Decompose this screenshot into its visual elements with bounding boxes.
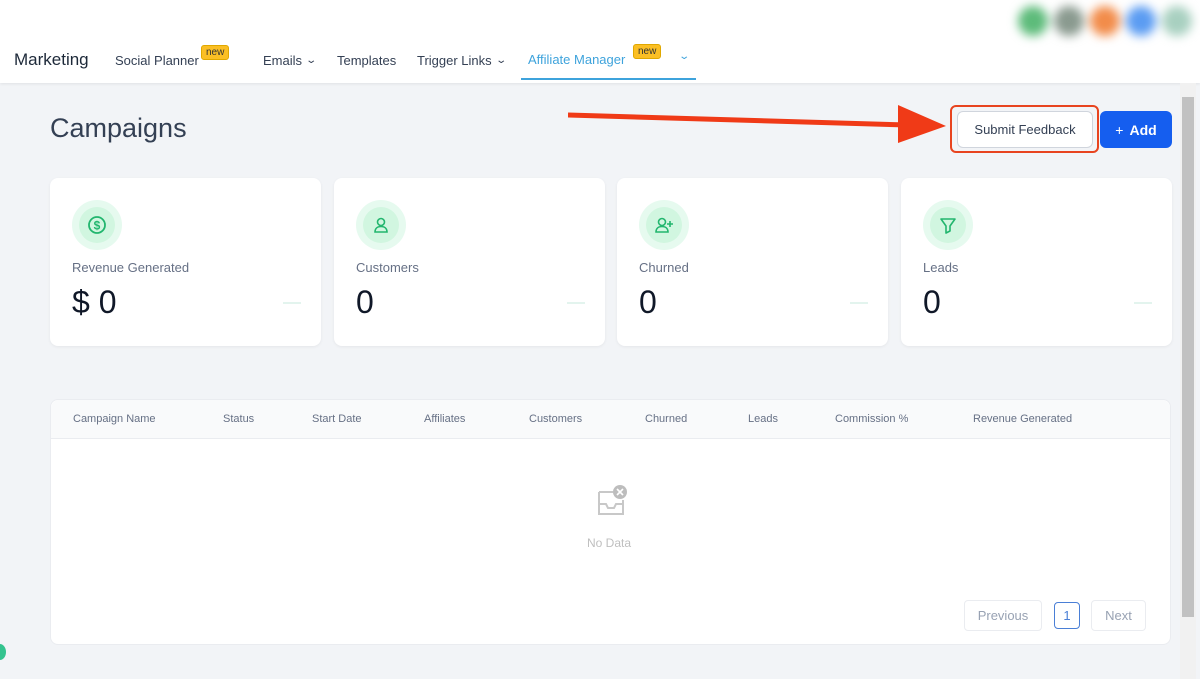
brand-title: Marketing bbox=[14, 50, 89, 69]
nav-emails[interactable]: Emails ⌄ bbox=[263, 53, 318, 68]
help-widget-icon[interactable] bbox=[0, 644, 6, 660]
column-header[interactable]: Commission % bbox=[835, 413, 908, 425]
stat-card-revenue: $ Revenue Generated $ 0 bbox=[50, 178, 321, 346]
page-1-button[interactable]: 1 bbox=[1054, 602, 1080, 629]
annotation-arrow-icon bbox=[568, 105, 946, 143]
scrollbar-thumb[interactable] bbox=[1182, 97, 1194, 617]
new-badge: new bbox=[633, 44, 662, 59]
user-icon bbox=[363, 207, 399, 243]
stat-value: $ 0 bbox=[72, 284, 117, 320]
stat-card-leads: Leads 0 bbox=[901, 178, 1172, 346]
table-header: Campaign Name Status Start Date Affiliat… bbox=[51, 400, 1170, 439]
stat-label: Churned bbox=[639, 260, 689, 275]
add-label: Add bbox=[1129, 121, 1157, 138]
chevron-down-icon: ⌄ bbox=[494, 55, 507, 66]
column-header[interactable]: Revenue Generated bbox=[973, 413, 1072, 425]
empty-state-text: No Data bbox=[587, 536, 632, 550]
stat-card-customers: Customers 0 bbox=[334, 178, 605, 346]
new-badge: new bbox=[201, 45, 230, 60]
column-header[interactable]: Campaign Name bbox=[73, 413, 156, 425]
nav-label: Emails bbox=[263, 53, 303, 68]
dollar-icon: $ bbox=[79, 207, 115, 243]
submit-feedback-button[interactable]: Submit Feedback bbox=[957, 111, 1093, 148]
previous-page-button[interactable]: Previous bbox=[964, 600, 1042, 631]
active-tab-indicator bbox=[521, 78, 696, 80]
plus-icon: + bbox=[1115, 121, 1124, 138]
stat-value: 0 bbox=[639, 284, 657, 320]
empty-inbox-icon bbox=[598, 485, 627, 515]
nav-label: Trigger Links bbox=[417, 53, 492, 68]
more-dropdown-chevron-icon[interactable]: ⌄ bbox=[678, 51, 690, 62]
next-page-button[interactable]: Next bbox=[1091, 600, 1146, 631]
nav-label: Affiliate Manager bbox=[528, 52, 626, 67]
column-header[interactable]: Start Date bbox=[312, 413, 362, 425]
stat-card-churned: Churned 0 bbox=[617, 178, 888, 346]
sparkline bbox=[567, 302, 585, 304]
add-button[interactable]: + Add bbox=[1100, 111, 1172, 148]
campaigns-table: Campaign Name Status Start Date Affiliat… bbox=[50, 399, 1171, 645]
column-header[interactable]: Customers bbox=[529, 413, 582, 425]
nav-label: Templates bbox=[337, 53, 397, 68]
stat-label: Customers bbox=[356, 260, 419, 275]
sparkline bbox=[1134, 302, 1152, 304]
column-header[interactable]: Affiliates bbox=[424, 413, 465, 425]
nav-affiliate-manager[interactable]: Affiliate Manager bbox=[528, 52, 625, 67]
column-header[interactable]: Status bbox=[223, 413, 254, 425]
stat-label: Leads bbox=[923, 260, 959, 275]
top-nav-bar: Marketing Social Planner new Emails ⌄ Tem… bbox=[0, 0, 1200, 83]
user-avatars-blurred bbox=[1018, 6, 1192, 36]
user-plus-icon bbox=[646, 207, 682, 243]
nav-social-planner[interactable]: Social Planner bbox=[115, 53, 199, 68]
nav-label: Social Planner bbox=[115, 53, 199, 68]
nav-templates[interactable]: Templates bbox=[337, 53, 396, 68]
stat-label: Revenue Generated bbox=[72, 260, 190, 275]
nav-trigger-links[interactable]: Trigger Links ⌄ bbox=[417, 53, 507, 68]
chevron-down-icon: ⌄ bbox=[305, 55, 318, 66]
sparkline bbox=[283, 302, 301, 304]
column-header[interactable]: Leads bbox=[748, 413, 778, 425]
svg-text:$: $ bbox=[94, 219, 101, 233]
sparkline bbox=[850, 302, 868, 304]
page-title: Campaigns bbox=[50, 113, 187, 143]
column-header[interactable]: Churned bbox=[645, 413, 687, 425]
stat-value: 0 bbox=[356, 284, 374, 320]
funnel-icon bbox=[930, 207, 966, 243]
stat-value: 0 bbox=[923, 284, 941, 320]
